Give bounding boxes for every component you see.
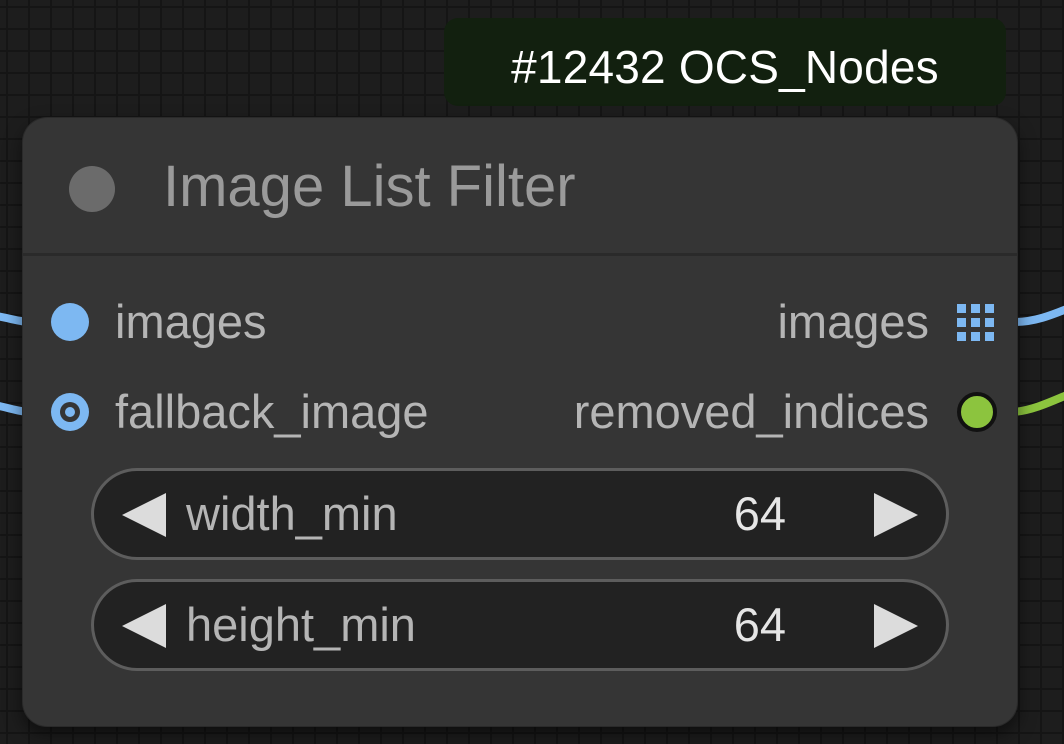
input-slot-images[interactable]	[51, 303, 89, 341]
image-list-filter-node[interactable]: Image List Filter images images fallback…	[23, 118, 1017, 726]
widget-value[interactable]: 64	[734, 471, 786, 557]
widget-value[interactable]: 64	[734, 582, 786, 668]
list-grid-icon[interactable]	[957, 304, 995, 342]
widget-width-min[interactable]: width_min 64	[91, 468, 949, 560]
slot-row-fallback: fallback_image removed_indices	[23, 382, 1017, 442]
widget-label: width_min	[186, 487, 398, 540]
decrement-arrow-icon[interactable]	[122, 604, 166, 648]
increment-arrow-icon[interactable]	[874, 493, 918, 537]
input-slot-fallback-image[interactable]	[51, 393, 89, 431]
increment-arrow-icon[interactable]	[874, 604, 918, 648]
input-label-images: images	[115, 295, 267, 348]
output-label-removed-indices: removed_indices	[573, 385, 929, 438]
link-images-out	[1010, 305, 1064, 326]
node-header[interactable]: Image List Filter	[23, 118, 1017, 256]
decrement-arrow-icon[interactable]	[122, 493, 166, 537]
output-slot-removed-indices[interactable]	[957, 392, 997, 432]
node-source-badge: #12432 OCS_Nodes	[444, 18, 1006, 106]
output-label-images: images	[777, 295, 929, 348]
widget-height-min[interactable]: height_min 64	[91, 579, 949, 671]
widget-label: height_min	[186, 598, 416, 651]
node-source-badge-text: #12432 OCS_Nodes	[511, 41, 939, 93]
link-removed-indices-out	[1010, 391, 1064, 416]
node-title: Image List Filter	[163, 154, 576, 219]
input-label-fallback-image: fallback_image	[115, 385, 429, 438]
collapse-toggle-icon[interactable]	[69, 166, 115, 212]
slot-row-images: images images	[23, 292, 1017, 352]
